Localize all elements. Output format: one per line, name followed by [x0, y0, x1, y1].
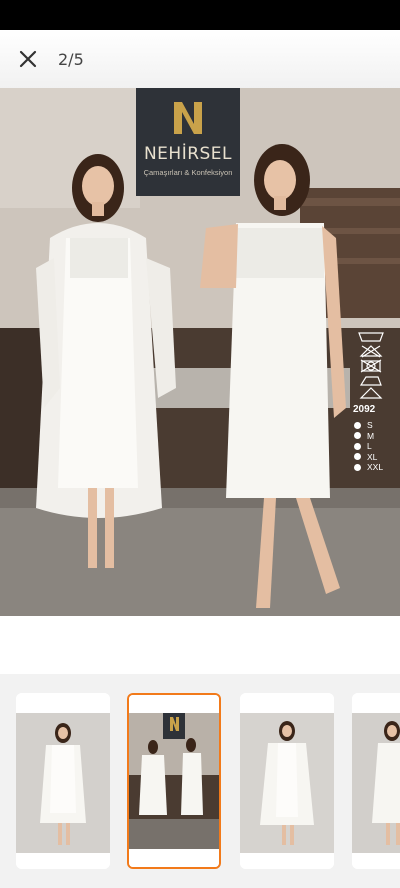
no-bleach-icon: [359, 345, 383, 358]
size-option: XXL: [354, 462, 383, 473]
thumbnail-3[interactable]: [240, 693, 334, 869]
brand-name: NEHİRSEL: [143, 144, 233, 164]
brand-logo-box: NEHİRSEL Çamaşırları & Konfeksiyon: [136, 88, 240, 196]
viewer-top-bar: 2/5: [0, 30, 400, 88]
thumbnail-strip[interactable]: [0, 674, 400, 888]
no-tumble-dry-icon: [360, 359, 382, 373]
iron-icon: [359, 376, 382, 386]
thumbnail-1[interactable]: [16, 693, 110, 869]
close-icon: [19, 50, 37, 68]
image-spacer: [0, 616, 400, 674]
size-option: L: [354, 441, 383, 452]
size-list: S M L XL XXL: [354, 420, 383, 473]
product-image[interactable]: NEHİRSEL Çamaşırları & Konfeksiyon 2092 …: [0, 88, 400, 616]
thumbnail-4[interactable]: [352, 693, 400, 869]
size-option: S: [354, 420, 383, 431]
brand-logo-icon: [174, 102, 202, 134]
thumbnail-2[interactable]: [127, 693, 221, 869]
close-button[interactable]: [14, 45, 42, 73]
care-icons: [358, 332, 384, 399]
image-counter: 2/5: [58, 49, 84, 69]
size-option: M: [354, 431, 383, 442]
model-code: 2092: [353, 404, 376, 415]
brand-tagline: Çamaşırları & Konfeksiyon: [143, 168, 233, 177]
wash-icon: [358, 332, 384, 342]
status-bar: [0, 0, 400, 30]
no-dry-clean-icon: [359, 387, 383, 399]
size-option: XL: [354, 452, 383, 463]
product-spec-panel: 2092 S M L XL XXL: [350, 328, 400, 478]
